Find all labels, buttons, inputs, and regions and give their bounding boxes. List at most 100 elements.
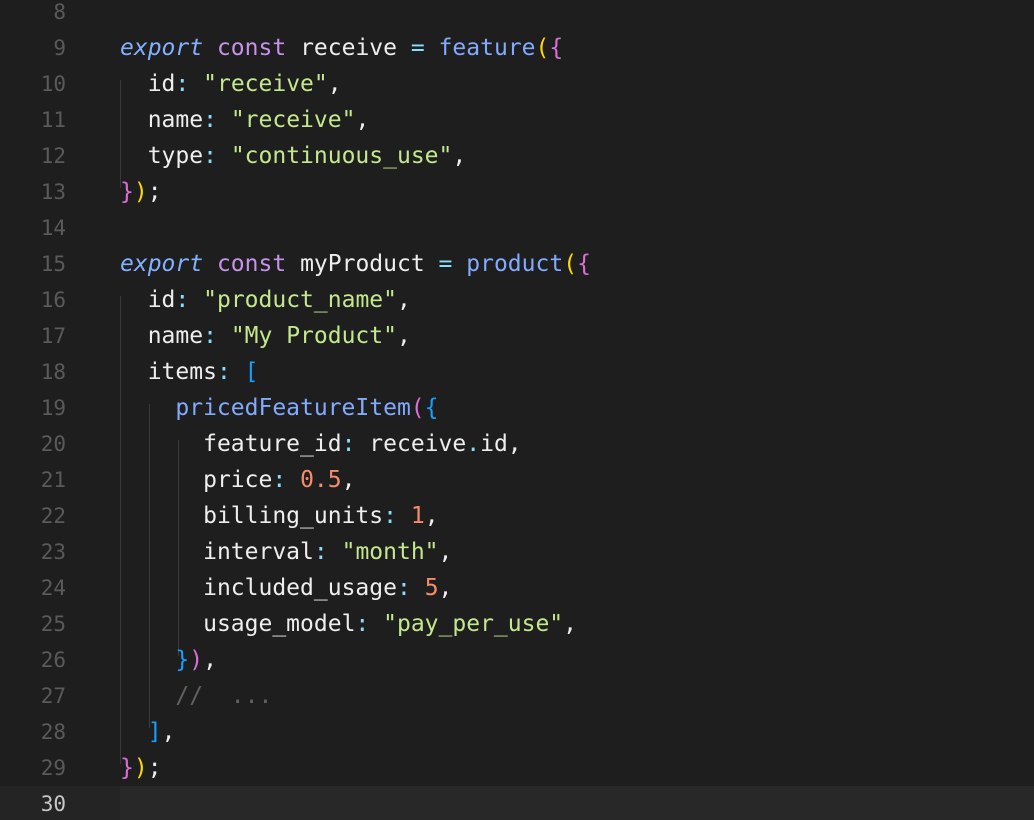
- line-number: 26: [40, 648, 66, 672]
- code-line[interactable]: 17 name: "My Product",: [0, 318, 1034, 354]
- code-token: :: [355, 611, 370, 637]
- code-line[interactable]: 11 name: "receive",: [0, 102, 1034, 138]
- line-number: 30: [40, 792, 66, 816]
- code-text: });: [120, 174, 1034, 210]
- code-token: :: [313, 539, 328, 565]
- code-token: :: [216, 359, 231, 385]
- code-text: usage_model: "pay_per_use",: [120, 606, 1034, 642]
- code-text: }),: [120, 642, 1034, 678]
- line-number: 23: [40, 540, 66, 564]
- line-number: 8: [53, 0, 66, 24]
- code-token: {: [577, 251, 591, 277]
- code-text: // ...: [120, 678, 1034, 714]
- code-token: "My Product": [230, 323, 397, 349]
- code-token: :: [203, 323, 217, 349]
- code-token: ;: [147, 179, 162, 205]
- code-token: ,: [341, 467, 356, 493]
- code-token: ,: [452, 143, 467, 169]
- code-line[interactable]: 28 ],: [0, 714, 1034, 750]
- code-token: .: [466, 431, 481, 457]
- code-token: pricedFeatureItem: [175, 395, 411, 421]
- code-line[interactable]: 24 included_usage: 5,: [0, 570, 1034, 606]
- code-token: export: [120, 251, 204, 277]
- code-line[interactable]: 20 feature_id: receive.id,: [0, 426, 1034, 462]
- code-line[interactable]: 15 export const myProduct = product({: [0, 246, 1034, 282]
- code-text: export const myProduct = product({: [120, 246, 1034, 282]
- code-token: id: [147, 71, 176, 97]
- code-text: items: [: [120, 354, 1034, 390]
- code-line[interactable]: 30: [0, 786, 1034, 820]
- code-text: billing_units: 1,: [120, 498, 1034, 534]
- code-line[interactable]: 14: [0, 210, 1034, 246]
- code-line[interactable]: 27 // ...: [0, 678, 1034, 714]
- code-token: usage_model: [203, 611, 356, 637]
- code-line[interactable]: 16 id: "product_name",: [0, 282, 1034, 318]
- code-line[interactable]: 12 type: "continuous_use",: [0, 138, 1034, 174]
- code-line[interactable]: 13});: [0, 174, 1034, 210]
- code-line[interactable]: 19 pricedFeatureItem({: [0, 390, 1034, 426]
- code-token: items: [147, 359, 217, 385]
- code-token: "pay_per_use": [383, 611, 564, 637]
- code-token: {: [424, 395, 439, 421]
- code-line[interactable]: 22 billing_units: 1,: [0, 498, 1034, 534]
- code-token: ,: [507, 431, 522, 457]
- code-line[interactable]: 25 usage_model: "pay_per_use",: [0, 606, 1034, 642]
- code-line[interactable]: 9 export const receive = feature({: [0, 30, 1034, 66]
- code-line[interactable]: 18 items: [: [0, 354, 1034, 390]
- code-token: :: [396, 575, 411, 601]
- code-token: :: [341, 431, 356, 457]
- line-number: 10: [40, 72, 66, 96]
- code-token: (: [535, 35, 550, 61]
- line-number: 13: [40, 180, 66, 204]
- code-text: id: "product_name",: [120, 282, 1034, 318]
- code-line[interactable]: 10 id: "receive",: [0, 66, 1034, 102]
- line-number: 27: [40, 684, 66, 708]
- code-token: receive: [369, 431, 467, 457]
- line-number: 14: [40, 216, 66, 240]
- line-number: 25: [40, 612, 66, 636]
- code-token: ): [133, 755, 148, 781]
- code-token: "continuous_use": [230, 143, 453, 169]
- code-line[interactable]: 26 }),: [0, 642, 1034, 678]
- code-token: feature: [438, 35, 536, 61]
- code-token: ]: [147, 719, 162, 745]
- code-token: ): [189, 647, 204, 673]
- code-editor[interactable]: 8 9 export const receive = feature({10 id:…: [0, 0, 1034, 820]
- code-token: id: [480, 431, 508, 457]
- code-token: (: [563, 251, 578, 277]
- code-token: ,: [355, 107, 370, 133]
- code-text: id: "receive",: [120, 66, 1034, 102]
- code-token: }: [120, 179, 134, 205]
- line-number: 20: [40, 432, 66, 456]
- code-token: ,: [203, 647, 217, 673]
- code-token: :: [203, 107, 217, 133]
- line-number: 9: [53, 36, 66, 60]
- code-line[interactable]: 8: [0, 0, 1034, 30]
- line-number: 12: [40, 144, 66, 168]
- code-line[interactable]: 29});: [0, 750, 1034, 786]
- code-token: :: [203, 143, 217, 169]
- code-line[interactable]: 23 interval: "month",: [0, 534, 1034, 570]
- code-line[interactable]: 21 price: 0.5,: [0, 462, 1034, 498]
- code-token: ): [133, 179, 148, 205]
- code-token: receive: [300, 35, 397, 61]
- line-number: 19: [40, 396, 66, 420]
